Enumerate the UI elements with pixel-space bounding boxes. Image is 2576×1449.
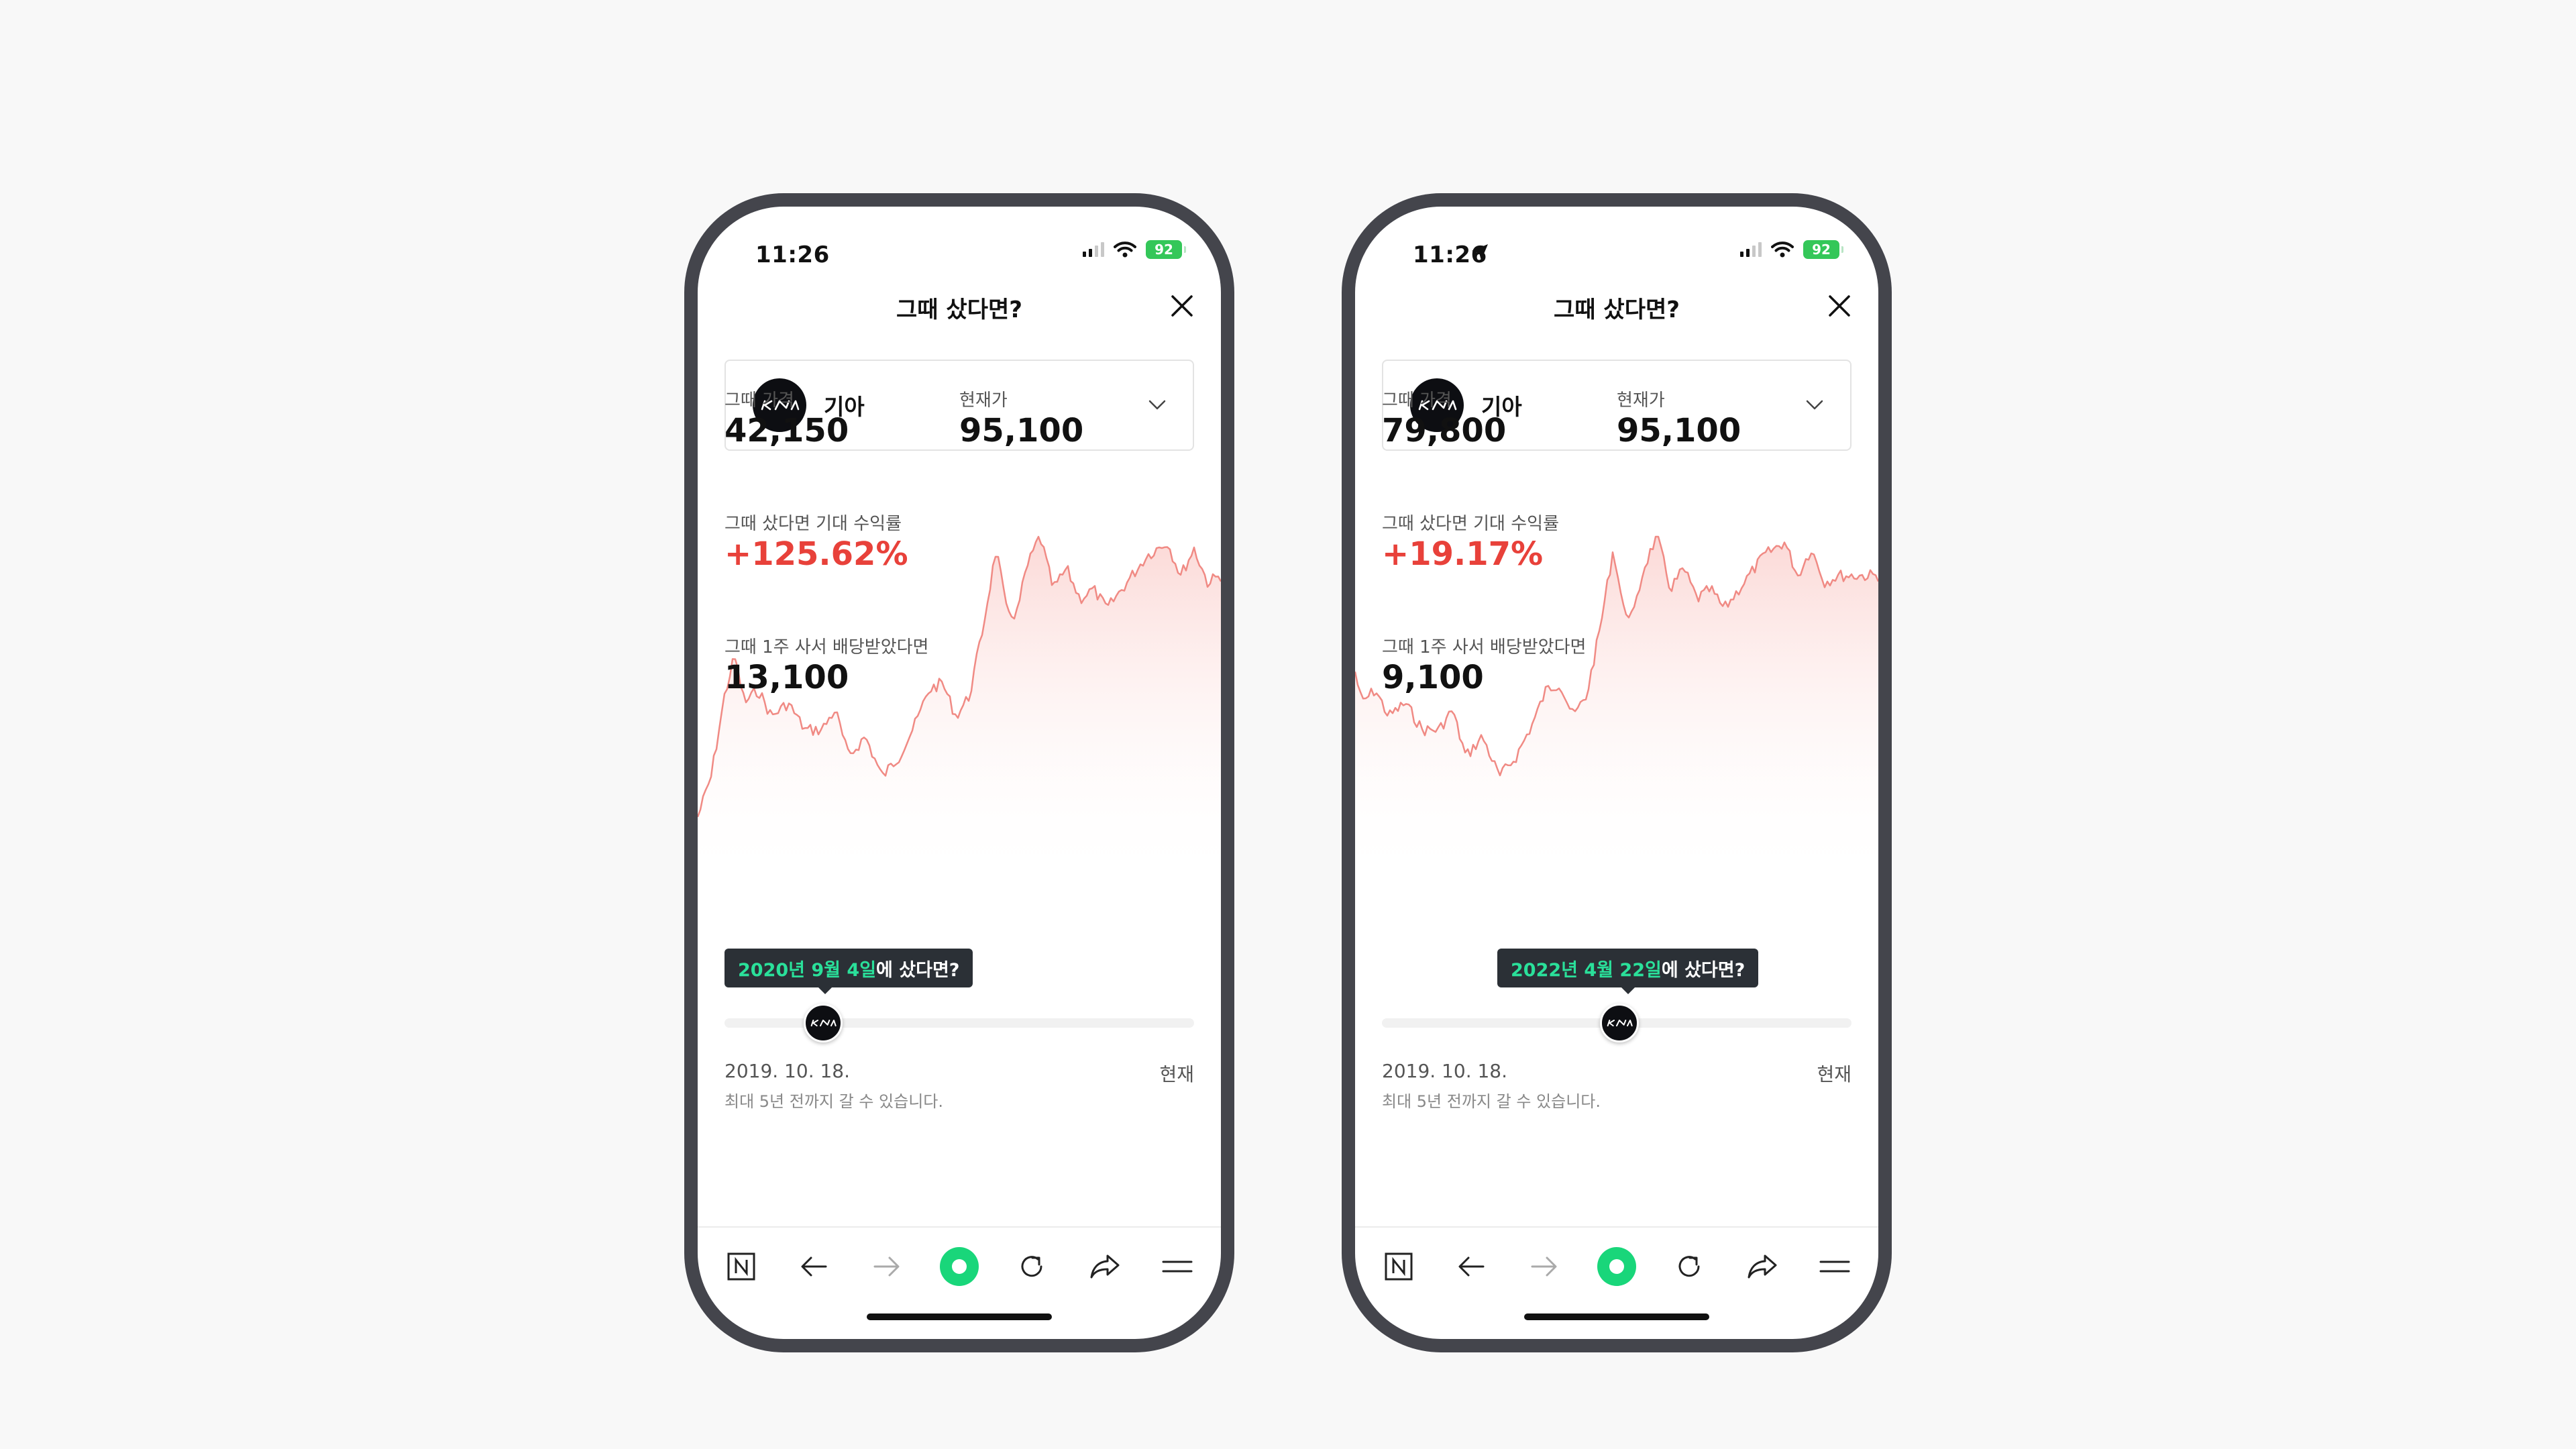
menu-button[interactable] bbox=[1811, 1243, 1858, 1290]
page-title: 그때 샀다면? bbox=[1554, 297, 1680, 323]
dividend-value: 13,100 bbox=[724, 659, 849, 696]
share-icon bbox=[1090, 1254, 1120, 1279]
battery-level: 92 bbox=[1812, 241, 1831, 258]
dividend-value: 9,100 bbox=[1382, 659, 1484, 696]
phone-frame-left: 11:26 92 그때 샀다면? 기아 그때 가격 42,150 현재가 95,… bbox=[684, 193, 1234, 1352]
dividend-label: 그때 1주 사서 배당받았다면 bbox=[724, 637, 929, 657]
back-arrow-icon bbox=[1458, 1256, 1485, 1277]
green-dot-button[interactable] bbox=[936, 1243, 983, 1290]
menu-icon bbox=[1819, 1260, 1850, 1273]
green-dot-icon bbox=[939, 1247, 979, 1286]
status-icons: 92 bbox=[1740, 240, 1843, 259]
date-slider-track[interactable] bbox=[724, 1018, 1194, 1028]
signal-icon bbox=[1083, 242, 1104, 257]
date-tooltip: 2020년 9월 4일 에 샀다면? bbox=[724, 949, 973, 987]
date-tooltip: 2022년 4월 22일 에 샀다면? bbox=[1497, 949, 1759, 987]
page-title: 그때 샀다면? bbox=[896, 297, 1022, 323]
refresh-icon bbox=[1678, 1256, 1700, 1277]
back-arrow-icon bbox=[801, 1256, 827, 1277]
battery-icon: 92 bbox=[1803, 240, 1843, 259]
return-label: 그때 샀다면 기대 수익률 bbox=[724, 514, 902, 534]
signal-icon bbox=[1740, 242, 1762, 257]
menu-icon bbox=[1162, 1260, 1193, 1273]
back-button[interactable] bbox=[790, 1243, 837, 1290]
forward-button[interactable] bbox=[863, 1243, 910, 1290]
location-arrow-icon bbox=[1472, 244, 1488, 260]
green-dot-button[interactable] bbox=[1593, 1243, 1640, 1290]
current-price-label: 현재가 bbox=[959, 390, 1008, 411]
close-button[interactable] bbox=[1167, 291, 1197, 321]
battery-icon: 92 bbox=[1146, 240, 1186, 259]
forward-button[interactable] bbox=[1521, 1243, 1568, 1290]
current-price: 95,100 bbox=[959, 412, 1084, 449]
tooltip-date: 2020년 9월 4일 bbox=[738, 959, 877, 981]
date-slider-thumb[interactable] bbox=[1599, 1004, 1639, 1042]
wifi-icon bbox=[1114, 241, 1136, 258]
then-price-label: 그때 가격 bbox=[1382, 390, 1452, 411]
range-start-label: 2019. 10. 18. bbox=[1382, 1060, 1508, 1082]
then-price-label: 그때 가격 bbox=[724, 390, 794, 411]
range-start-label: 2019. 10. 18. bbox=[724, 1060, 851, 1082]
close-icon bbox=[1829, 295, 1850, 317]
refresh-icon bbox=[1021, 1256, 1042, 1277]
range-note: 최대 5년 전까지 갈 수 있습니다. bbox=[1382, 1092, 1601, 1111]
wifi-icon bbox=[1771, 241, 1794, 258]
kia-logo-icon bbox=[810, 1020, 837, 1026]
battery-level: 92 bbox=[1155, 241, 1173, 258]
chart-area bbox=[698, 537, 1221, 884]
tooltip-suffix: 에 샀다면? bbox=[876, 959, 960, 981]
status-icons: 92 bbox=[1083, 240, 1186, 259]
browser-toolbar bbox=[1355, 1226, 1878, 1305]
menu-button[interactable] bbox=[1154, 1243, 1201, 1290]
back-button[interactable] bbox=[1448, 1243, 1495, 1290]
range-note: 최대 5년 전까지 갈 수 있습니다. bbox=[724, 1092, 944, 1111]
return-value: +19.17% bbox=[1382, 535, 1544, 573]
range-end-label: 현재 bbox=[1159, 1063, 1194, 1085]
forward-arrow-icon bbox=[1531, 1256, 1557, 1277]
share-icon bbox=[1748, 1254, 1777, 1279]
then-price: 42,150 bbox=[724, 412, 849, 449]
tooltip-suffix: 에 샀다면? bbox=[1661, 959, 1746, 981]
refresh-button[interactable] bbox=[1008, 1243, 1055, 1290]
range-end-label: 현재 bbox=[1817, 1063, 1851, 1085]
tooltip-date: 2022년 4월 22일 bbox=[1511, 959, 1662, 981]
dividend-label: 그때 1주 사서 배당받았다면 bbox=[1382, 637, 1587, 657]
current-price: 95,100 bbox=[1617, 412, 1741, 449]
return-value: +125.62% bbox=[724, 535, 908, 573]
chevron-down-icon bbox=[1148, 400, 1166, 410]
chevron-down-icon bbox=[1806, 400, 1823, 410]
share-button[interactable] bbox=[1081, 1243, 1128, 1290]
home-indicator[interactable] bbox=[1524, 1313, 1709, 1320]
green-dot-icon bbox=[1597, 1247, 1636, 1286]
kia-logo-icon bbox=[1607, 1020, 1633, 1026]
current-price-label: 현재가 bbox=[1617, 390, 1665, 411]
chart-area bbox=[1355, 537, 1878, 884]
home-indicator[interactable] bbox=[867, 1313, 1052, 1320]
naver-home-button[interactable] bbox=[1375, 1243, 1422, 1290]
date-slider-thumb[interactable] bbox=[804, 1004, 843, 1042]
share-button[interactable] bbox=[1739, 1243, 1786, 1290]
price-chart bbox=[1355, 535, 1878, 884]
phone-frame-right: 11:26 92 그때 샀다면? 기아 그때 가격 79,800 현재가 95,… bbox=[1342, 193, 1892, 1352]
price-chart bbox=[698, 535, 1221, 884]
phone-screen: 11:26 92 그때 샀다면? 기아 bbox=[1355, 207, 1878, 1339]
forward-arrow-icon bbox=[873, 1256, 900, 1277]
naver-n-icon bbox=[727, 1252, 755, 1281]
close-button[interactable] bbox=[1825, 291, 1854, 321]
naver-home-button[interactable] bbox=[718, 1243, 765, 1290]
then-price: 79,800 bbox=[1382, 412, 1507, 449]
return-label: 그때 샀다면 기대 수익률 bbox=[1382, 514, 1559, 534]
refresh-button[interactable] bbox=[1666, 1243, 1713, 1290]
naver-n-icon bbox=[1385, 1252, 1413, 1281]
phone-screen: 11:26 92 그때 샀다면? 기아 bbox=[698, 207, 1221, 1339]
close-icon bbox=[1171, 295, 1193, 317]
browser-toolbar bbox=[698, 1226, 1221, 1305]
status-time: 11:26 bbox=[755, 241, 830, 268]
